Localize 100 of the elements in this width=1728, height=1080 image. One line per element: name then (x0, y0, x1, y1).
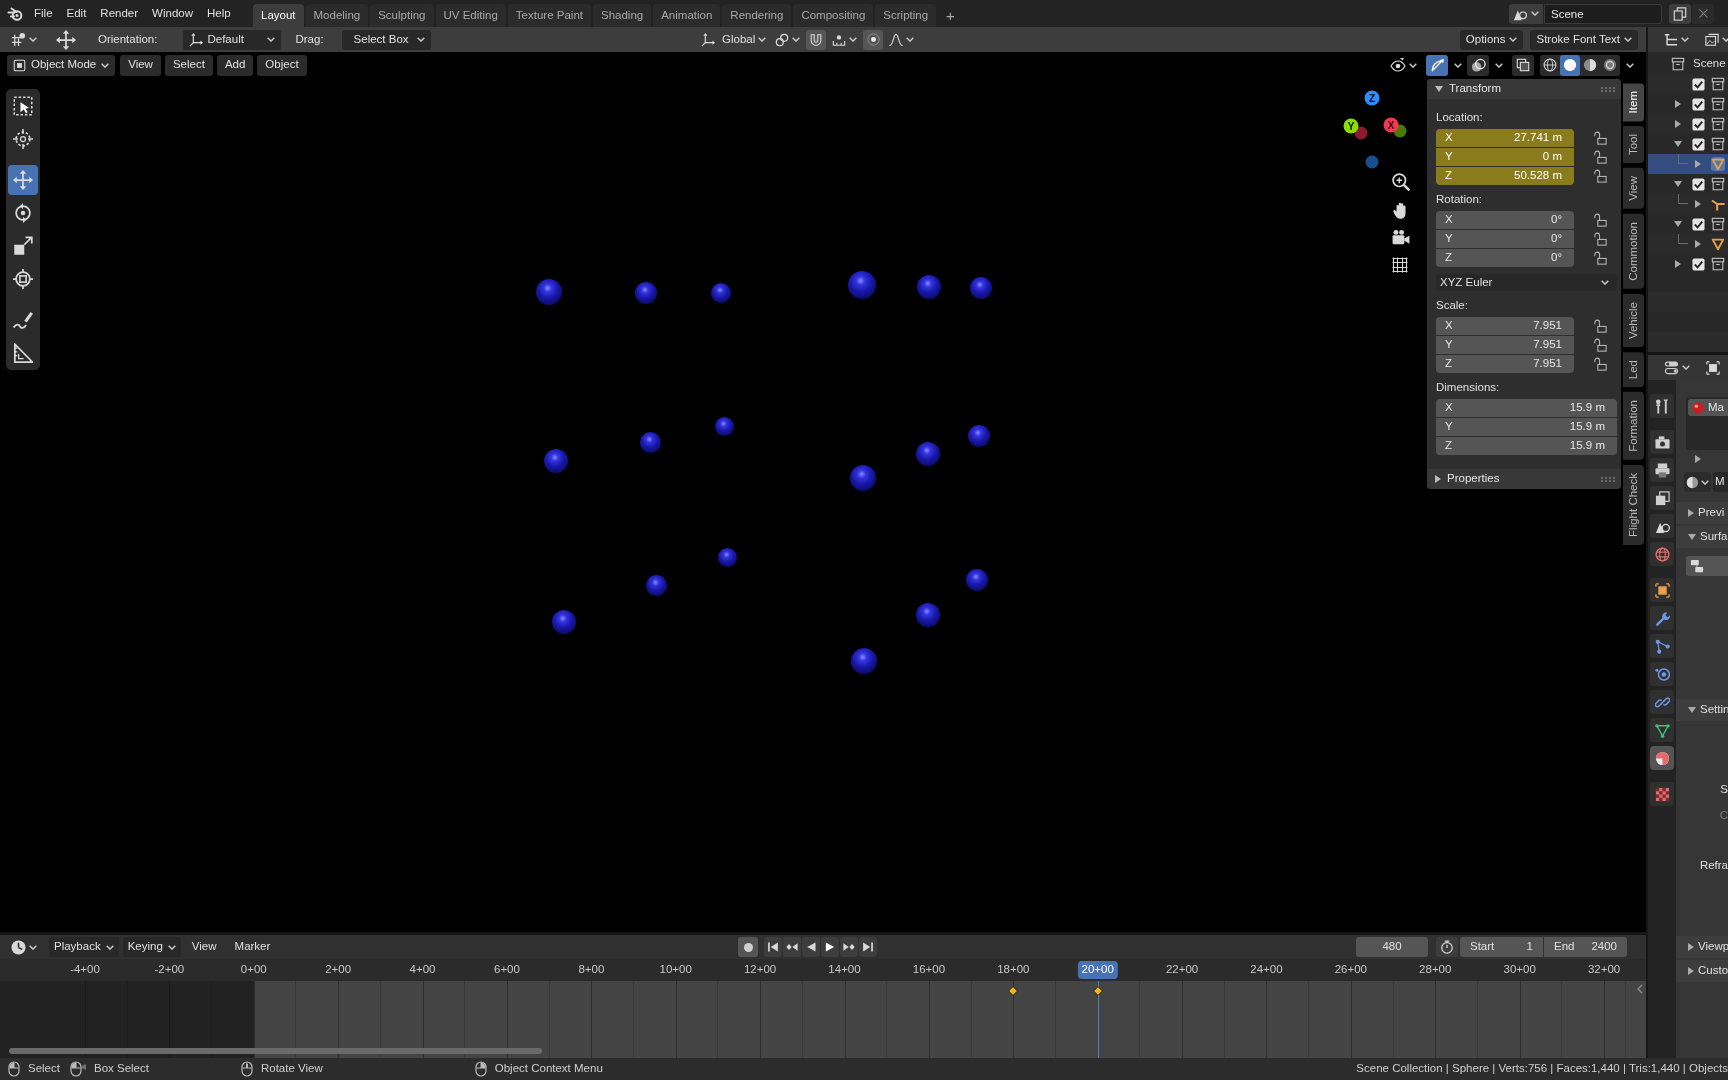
material-slot[interactable]: Ma (1688, 399, 1728, 416)
logo-icon[interactable] (6, 5, 24, 22)
workspace-tab[interactable]: Scripting (875, 4, 937, 27)
add-workspace-button[interactable]: + (938, 4, 963, 27)
sidebar-tab[interactable]: Commotion (1623, 214, 1644, 289)
font-dropdown[interactable]: Stroke Font Text (1530, 29, 1638, 50)
mode-dropdown[interactable]: Object Mode (7, 54, 116, 76)
disclosure-arrow-icon[interactable] (1674, 221, 1682, 227)
lock-icon[interactable] (1593, 169, 1607, 183)
keyframe-marker[interactable] (1008, 986, 1019, 996)
lock-icon[interactable] (1593, 131, 1607, 145)
sidebar-tab[interactable]: Tool (1623, 126, 1644, 164)
panel-header[interactable]: Previ (1676, 502, 1728, 524)
shading-mode-button[interactable] (1560, 54, 1580, 76)
menu-item[interactable]: Help (200, 3, 238, 24)
properties-tab[interactable] (1650, 486, 1674, 510)
menu-item[interactable]: Select (164, 54, 213, 76)
disclosure-arrow-icon[interactable] (1675, 100, 1681, 108)
number-field[interactable]: Z 0° (1436, 249, 1574, 267)
menu-item[interactable]: Add (216, 54, 254, 76)
number-field[interactable]: X 27.741 m (1436, 129, 1574, 147)
number-field[interactable]: X 7.951 (1436, 317, 1574, 335)
number-field[interactable]: Y 0° (1436, 230, 1574, 248)
lock-icon[interactable] (1593, 232, 1607, 246)
material-name-field[interactable]: M (1713, 472, 1728, 492)
properties-tab[interactable] (1650, 690, 1674, 714)
rotation-mode-dropdown[interactable]: XYZ Euler (1436, 274, 1617, 291)
proportional-editing-toggle[interactable] (863, 29, 884, 50)
panel-header[interactable]: Surfa (1676, 526, 1728, 548)
workspace-tab[interactable]: Layout (253, 4, 304, 27)
end-frame-field[interactable]: End 2400 (1544, 937, 1627, 957)
sidebar-tab[interactable]: Formation (1623, 392, 1644, 461)
gizmo-toggle[interactable] (1426, 54, 1448, 76)
disclosure-arrow-icon[interactable] (1674, 181, 1682, 187)
number-field[interactable]: X 0° (1436, 211, 1574, 229)
lock-icon[interactable] (1593, 319, 1607, 333)
axis-handle[interactable] (1365, 155, 1379, 169)
disclosure-arrow-icon[interactable] (1695, 200, 1701, 208)
options-dropdown[interactable]: Options (1459, 29, 1524, 50)
grid-icon[interactable] (1392, 257, 1408, 273)
number-field[interactable]: X 15.9 m (1436, 399, 1617, 417)
sidebar-tab[interactable]: Vehicle (1623, 294, 1644, 348)
workspace-tab[interactable]: Animation (653, 4, 721, 27)
axis-handle[interactable] (1364, 90, 1380, 106)
lock-icon[interactable] (1593, 357, 1607, 371)
playback-button[interactable] (783, 937, 801, 957)
number-field[interactable]: Z 50.528 m (1436, 167, 1574, 185)
menu-item[interactable]: Window (145, 3, 200, 24)
playback-button[interactable] (764, 937, 782, 957)
checkbox[interactable] (1691, 77, 1705, 91)
workspace-tab[interactable]: Modeling (305, 4, 369, 27)
orientation-dropdown[interactable]: Default (183, 29, 282, 50)
checkbox[interactable] (1691, 217, 1705, 231)
menu-item[interactable]: Object (257, 54, 307, 76)
disclosure-arrow-icon[interactable] (1674, 141, 1682, 147)
workspace-tab[interactable]: UV Editing (435, 4, 506, 27)
scene-name-field[interactable]: Scene (1544, 3, 1662, 24)
lock-icon[interactable] (1593, 150, 1607, 164)
lock-icon[interactable] (1593, 338, 1607, 352)
checkbox[interactable] (1691, 137, 1705, 151)
properties-tab[interactable] (1650, 430, 1674, 454)
menu-dropdown[interactable]: Playback (49, 937, 119, 957)
sidebar-tab[interactable]: Item (1623, 83, 1644, 122)
properties-tab[interactable] (1650, 578, 1674, 602)
disclosure-arrow-icon[interactable] (1695, 160, 1701, 168)
playback-button[interactable] (859, 937, 877, 957)
keyframe-marker[interactable] (1092, 986, 1103, 996)
number-field[interactable]: Y 15.9 m (1436, 418, 1617, 436)
properties-tab[interactable] (1650, 394, 1674, 418)
properties-tab[interactable] (1650, 542, 1674, 566)
panel-header[interactable]: Transform (1427, 79, 1621, 99)
menu-item[interactable]: File (27, 3, 60, 24)
properties-tab[interactable] (1650, 662, 1674, 686)
chevron-icon[interactable] (1637, 984, 1643, 994)
menu-item[interactable]: Marker (227, 937, 278, 957)
workspace-tab[interactable]: Shading (593, 4, 652, 27)
disclosure-arrow-icon[interactable] (1675, 260, 1681, 268)
scene-selector-button[interactable] (1509, 3, 1543, 24)
workspace-tab[interactable]: Rendering (722, 4, 792, 27)
menu-item[interactable]: Render (93, 3, 146, 24)
x-ray-toggle[interactable] (1512, 54, 1534, 76)
zoom-icon[interactable] (1392, 173, 1410, 191)
playback-button[interactable] (821, 937, 839, 957)
new-scene-button[interactable] (1669, 3, 1691, 24)
properties-tab[interactable] (1650, 746, 1674, 770)
checkbox[interactable] (1691, 97, 1705, 111)
drag-dropdown[interactable]: Select Box (341, 29, 431, 50)
sidebar-tab[interactable]: Flight Check (1623, 465, 1644, 545)
menu-dropdown[interactable]: Keying (122, 937, 181, 957)
playback-button[interactable] (840, 937, 858, 957)
lock-icon[interactable] (1593, 213, 1607, 227)
menu-item[interactable]: Edit (59, 3, 94, 24)
editor-type-dropdown[interactable] (8, 937, 40, 957)
axis-handle[interactable] (1343, 118, 1359, 134)
playback-button[interactable] (802, 937, 820, 957)
material-browse-button[interactable] (1684, 472, 1711, 492)
grip-icon[interactable] (1601, 476, 1615, 482)
workspace-tab[interactable]: Texture Paint (507, 4, 591, 27)
current-frame-field[interactable]: 480 (1356, 937, 1428, 957)
panel-header[interactable]: Properties (1427, 469, 1621, 489)
